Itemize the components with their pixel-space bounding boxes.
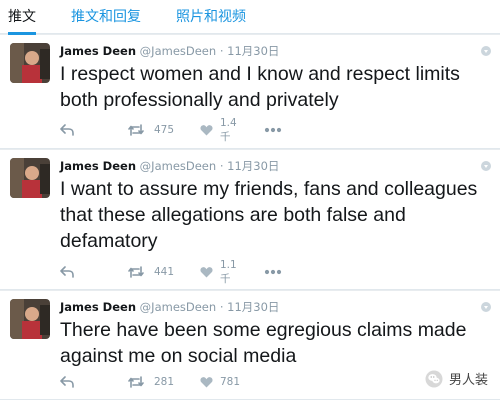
chevron-down-icon[interactable] [481,46,491,56]
tweet-date[interactable]: 11月30日 [227,44,279,58]
chevron-down-icon[interactable] [481,302,491,312]
separator: · [219,300,224,314]
heart-icon[interactable] [200,122,213,138]
separator: · [219,159,224,173]
watermark-text: 男人装 [448,373,488,388]
more-icon[interactable] [264,264,282,280]
tweet-header: James Deen @JamesDeen · 11月30日 [60,43,279,59]
tweet-text: I respect women and I know and respect l… [60,63,460,111]
tweet-date[interactable]: 11月30日 [227,300,279,314]
author-name[interactable]: James Deen [60,159,136,173]
tab-photos-and-videos[interactable]: 照片和视频 [176,0,246,34]
author-name[interactable]: James Deen [60,44,136,58]
tab-tweets-and-replies[interactable]: 推文和回复 [71,0,141,34]
avatar[interactable] [10,158,50,198]
tweet-date[interactable]: 11月30日 [227,159,279,173]
like-count: 1.4千 [220,116,237,143]
retweet-count: 441 [154,266,175,278]
author-handle[interactable]: @JamesDeen [140,159,217,173]
tab-tweets[interactable]: 推文 [8,0,36,35]
retweet-icon[interactable] [127,374,145,390]
tweet-header: James Deen @JamesDeen · 11月30日 [60,158,279,174]
reply-icon[interactable] [60,264,74,280]
reply-icon[interactable] [60,374,74,390]
tweet-text: There have been some egregious claims ma… [60,319,467,367]
tweet-header: James Deen @JamesDeen · 11月30日 [60,299,279,315]
like-count: 1.1千 [220,258,237,285]
chevron-down-icon[interactable] [481,161,491,171]
more-icon[interactable] [264,122,282,138]
retweet-count: 475 [154,124,175,136]
heart-icon[interactable] [200,374,213,390]
watermark: 男人装 [425,369,488,388]
author-name[interactable]: James Deen [60,300,136,314]
heart-icon[interactable] [200,264,213,280]
retweet-icon[interactable] [127,122,145,138]
avatar[interactable] [10,299,50,339]
tweet[interactable]: James Deen @JamesDeen · 11月30日 I respect… [0,35,500,149]
wechat-icon [425,370,443,387]
avatar[interactable] [10,43,50,83]
tweet[interactable]: James Deen @JamesDeen · 11月30日 I want to… [0,150,500,290]
retweet-count: 281 [154,376,175,388]
separator: · [219,44,224,58]
like-count: 781 [220,376,241,388]
retweet-icon[interactable] [127,264,145,280]
profile-tabs: 推文 推文和回复 照片和视频 [0,0,500,35]
author-handle[interactable]: @JamesDeen [140,300,217,314]
tweet-text: I want to assure my friends, fans and co… [60,178,478,252]
reply-icon[interactable] [60,122,74,138]
author-handle[interactable]: @JamesDeen [140,44,217,58]
